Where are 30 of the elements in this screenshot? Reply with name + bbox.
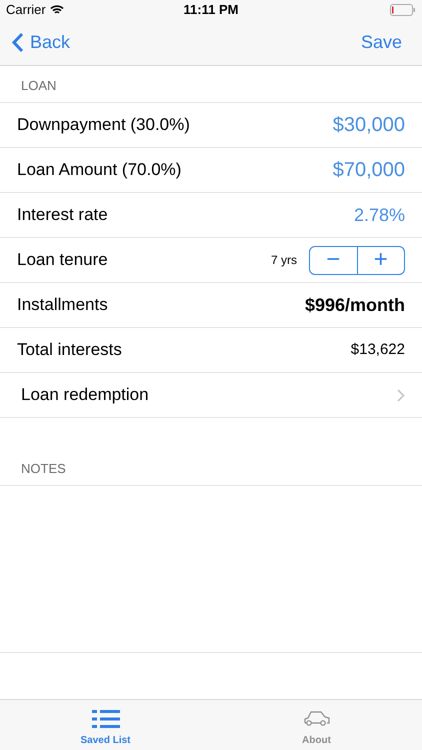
row-value: $996/month (304, 294, 405, 316)
row-value: 2.78% (354, 204, 405, 226)
row-label: Total interests (17, 339, 122, 362)
row-label: Interest rate (17, 204, 108, 226)
row-label: Installments (17, 294, 108, 316)
row-value: $30,000 (332, 113, 405, 138)
tab[interactable]: About (211, 700, 422, 750)
section-header: NOTES (21, 460, 66, 478)
tab[interactable]: Saved List (0, 700, 211, 750)
battery-icon (390, 4, 416, 16)
row-label: Loan redemption (20, 384, 149, 406)
back-button[interactable]: Back (12, 29, 70, 56)
decrement-button[interactable]: − (310, 246, 358, 274)
chevron-right-icon (397, 388, 405, 402)
carrier-label: Carrier (6, 1, 46, 20)
section-header: LOAN (21, 76, 56, 94)
row-label: Loan tenure (17, 249, 108, 272)
row-value: 7 yrs (270, 252, 297, 269)
car-icon (302, 710, 330, 728)
wifi-icon (50, 5, 64, 15)
increment-button[interactable]: + (358, 246, 404, 274)
save-button[interactable]: Save (360, 29, 402, 56)
list-row[interactable]: Loan redemption (0, 373, 422, 418)
status-time: 11:11 PM (184, 1, 238, 20)
row-label: Downpayment (30.0%) (17, 114, 190, 136)
row-value: $70,000 (332, 158, 405, 183)
list-icon (92, 710, 120, 728)
row-label: Loan Amount (70.0%) (17, 159, 182, 182)
row-value: $13,622 (350, 340, 405, 360)
chevron-left-icon (12, 32, 24, 53)
